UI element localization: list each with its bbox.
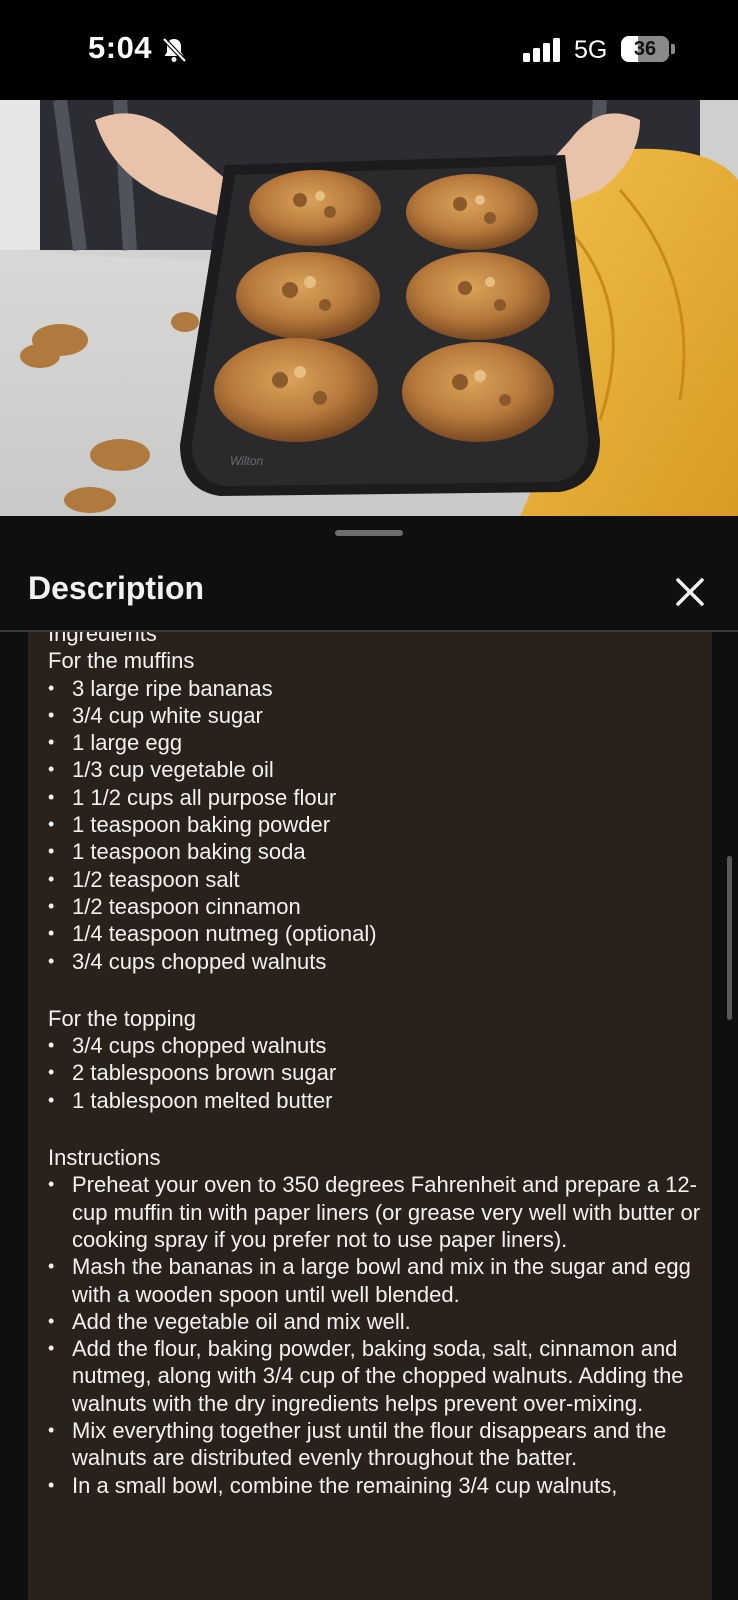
list-item: Mix everything together just until the f…: [48, 1417, 708, 1472]
list-item: 1/2 teaspoon cinnamon: [48, 893, 708, 921]
screen: 5:04 5G 36 Wilton Description Ingredient…: [0, 0, 738, 1600]
status-bar: 5:04 5G 36: [0, 0, 738, 100]
close-icon[interactable]: [668, 570, 712, 614]
list-item: 1/4 teaspoon nutmeg (optional): [48, 920, 708, 948]
instructions-heading: Instructions: [48, 1145, 161, 1171]
signal-icon: [523, 38, 560, 62]
scrollbar[interactable]: [727, 856, 732, 1020]
muffin-ingredients-list: 3 large ripe bananas 3/4 cup white sugar…: [48, 675, 708, 976]
list-item: 3/4 cup white sugar: [48, 702, 708, 730]
sheet-title: Description: [28, 570, 205, 606]
list-item: 1 teaspoon baking soda: [48, 838, 708, 866]
network-label: 5G: [574, 36, 608, 64]
topping-ingredients-list: 3/4 cups chopped walnuts 2 tablespoons b…: [48, 1032, 708, 1114]
list-item: 3/4 cups chopped walnuts: [48, 1032, 708, 1060]
list-item: 2 tablespoons brown sugar: [48, 1059, 708, 1087]
list-item: Preheat your oven to 350 degrees Fahrenh…: [48, 1171, 708, 1253]
video-frame: Wilton: [0, 100, 738, 516]
bell-slash-icon: [162, 37, 187, 63]
drag-handle[interactable]: [335, 530, 403, 536]
list-item: 1 1/2 cups all purpose flour: [48, 784, 708, 812]
ingredients-heading: Ingredients: [48, 632, 157, 646]
topping-heading: For the topping: [48, 1005, 196, 1031]
list-item: 1/3 cup vegetable oil: [48, 756, 708, 784]
list-item: 3/4 cups chopped walnuts: [48, 948, 708, 976]
list-item: In a small bowl, combine the remaining 3…: [48, 1472, 708, 1500]
battery-percent: 36: [633, 38, 657, 60]
status-time: 5:04: [88, 30, 153, 65]
list-item: Mash the bananas in a large bowl and mix…: [48, 1253, 708, 1308]
battery-cap: [671, 44, 675, 54]
muffins-heading: For the muffins: [48, 648, 195, 674]
list-item: 3 large ripe bananas: [48, 675, 708, 703]
description-body[interactable]: Ingredients For the muffins 3 large ripe…: [28, 632, 712, 1600]
description-content: Ingredients For the muffins 3 large ripe…: [48, 632, 708, 1499]
list-item: 1 teaspoon baking powder: [48, 811, 708, 839]
video-player[interactable]: Wilton: [0, 100, 738, 516]
svg-text:Wilton: Wilton: [230, 454, 264, 468]
battery-icon: 36: [621, 36, 675, 62]
list-item: Add the flour, baking powder, baking sod…: [48, 1335, 708, 1417]
list-item: 1/2 teaspoon salt: [48, 866, 708, 894]
list-item: 1 large egg: [48, 729, 708, 757]
list-item: Add the vegetable oil and mix well.: [48, 1308, 708, 1336]
instructions-list: Preheat your oven to 350 degrees Fahrenh…: [48, 1171, 708, 1499]
description-sheet: Description Ingredients For the muffins …: [0, 516, 738, 1600]
list-item: 1 tablespoon melted butter: [48, 1087, 708, 1115]
